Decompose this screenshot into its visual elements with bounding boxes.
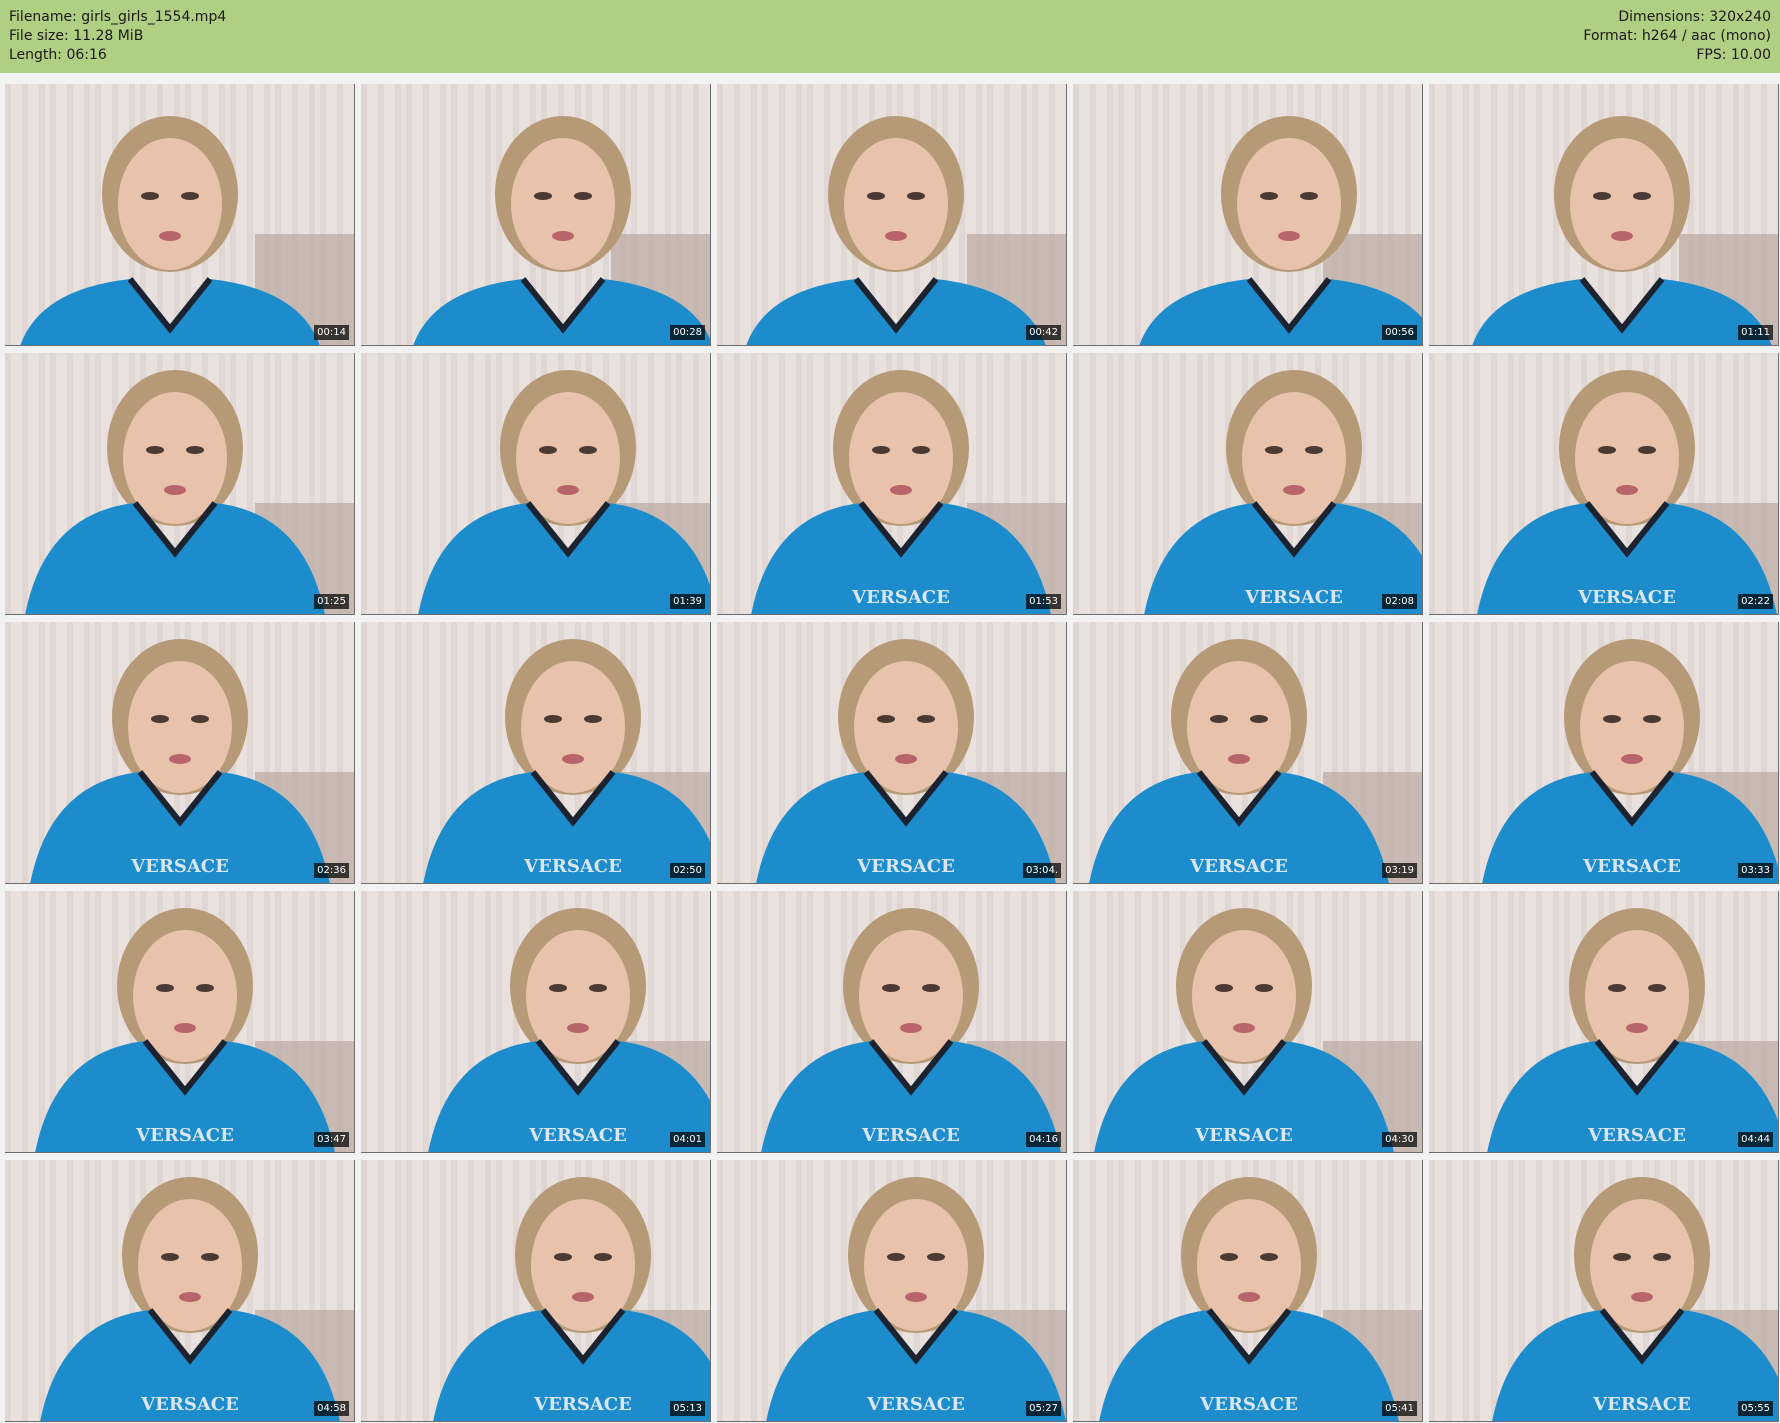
video-frame-thumbnail: VERSACE 01:53 xyxy=(717,353,1067,615)
shirt-logo: VERSACE xyxy=(1592,1394,1691,1415)
timestamp-label: 02:36 xyxy=(314,863,349,878)
frame-image xyxy=(1073,84,1422,345)
timestamp-label: 03:04. xyxy=(1023,863,1061,878)
video-frame-thumbnail: VERSACE 03:47 xyxy=(5,891,355,1153)
timestamp-label: 00:42 xyxy=(1026,325,1061,340)
frame-image: VERSACE xyxy=(1429,1160,1778,1421)
shirt-logo: VERSACE xyxy=(1587,1125,1686,1146)
timestamp-label: 00:14 xyxy=(314,325,349,340)
frame-image: VERSACE xyxy=(361,1160,710,1421)
video-frame-thumbnail: VERSACE 04:44 xyxy=(1429,891,1779,1153)
frame-image: VERSACE xyxy=(717,622,1066,883)
frame-image xyxy=(5,84,354,345)
video-frame-thumbnail: VERSACE 03:19 xyxy=(1073,622,1423,884)
video-frame-thumbnail: 01:11 xyxy=(1429,84,1779,346)
timestamp-label: 01:11 xyxy=(1738,325,1773,340)
timestamp-label: 05:41 xyxy=(1382,1401,1417,1416)
video-frame-thumbnail: 00:28 xyxy=(361,84,711,346)
frame-image: VERSACE xyxy=(1429,891,1778,1152)
shirt-logo: VERSACE xyxy=(135,1125,234,1146)
frame-image: VERSACE xyxy=(361,622,710,883)
frame-image: VERSACE xyxy=(361,891,710,1152)
timestamp-label: 03:47 xyxy=(314,1132,349,1147)
video-frame-thumbnail: VERSACE 02:22 xyxy=(1429,353,1779,615)
video-frame-thumbnail: VERSACE 04:58 xyxy=(5,1160,355,1422)
timestamp-label: 04:01 xyxy=(670,1132,705,1147)
frame-image xyxy=(717,84,1066,345)
timestamp-label: 04:58 xyxy=(314,1401,349,1416)
video-frame-thumbnail: 00:14 xyxy=(5,84,355,346)
video-frame-thumbnail: VERSACE 03:33 xyxy=(1429,622,1779,884)
shirt-logo: VERSACE xyxy=(1199,1394,1298,1415)
shirt-logo: VERSACE xyxy=(523,856,622,877)
video-frame-thumbnail: 00:42 xyxy=(717,84,1067,346)
thumbnail-grid: 00:14 00:28 00:42 00:56 01:11 01:25 01:39 VERSA… xyxy=(0,0,1780,1423)
frame-image: VERSACE xyxy=(5,1160,354,1421)
timestamp-label: 02:08 xyxy=(1382,594,1417,609)
shirt-logo: VERSACE xyxy=(533,1394,632,1415)
frame-image xyxy=(361,84,710,345)
shirt-logo: VERSACE xyxy=(1582,856,1681,877)
frame-image: VERSACE xyxy=(1429,353,1778,614)
shirt-logo: VERSACE xyxy=(851,587,950,608)
timestamp-label: 04:30 xyxy=(1382,1132,1417,1147)
frame-image: VERSACE xyxy=(1073,353,1422,614)
timestamp-label: 05:13 xyxy=(670,1401,705,1416)
timestamp-label: 01:39 xyxy=(670,594,705,609)
timestamp-label: 01:25 xyxy=(314,594,349,609)
video-frame-thumbnail: VERSACE 05:27 xyxy=(717,1160,1067,1422)
video-frame-thumbnail: VERSACE 05:55 xyxy=(1429,1160,1779,1422)
shirt-logo: VERSACE xyxy=(866,1394,965,1415)
shirt-logo: VERSACE xyxy=(130,856,229,877)
frame-image: VERSACE xyxy=(5,891,354,1152)
frame-image: VERSACE xyxy=(717,1160,1066,1421)
frame-image: VERSACE xyxy=(5,622,354,883)
video-frame-thumbnail: VERSACE 04:01 xyxy=(361,891,711,1153)
timestamp-label: 05:55 xyxy=(1738,1401,1773,1416)
video-frame-thumbnail: VERSACE 03:04. xyxy=(717,622,1067,884)
shirt-logo: VERSACE xyxy=(1577,587,1676,608)
frame-image: VERSACE xyxy=(1073,1160,1422,1421)
video-frame-thumbnail: VERSACE 04:16 xyxy=(717,891,1067,1153)
frame-image: VERSACE xyxy=(717,891,1066,1152)
frame-image xyxy=(1429,84,1778,345)
video-frame-thumbnail: 01:39 xyxy=(361,353,711,615)
shirt-logo: VERSACE xyxy=(1244,587,1343,608)
timestamp-label: 05:27 xyxy=(1026,1401,1061,1416)
timestamp-label: 00:56 xyxy=(1382,325,1417,340)
video-frame-thumbnail: VERSACE 02:08 xyxy=(1073,353,1423,615)
timestamp-label: 01:53 xyxy=(1026,594,1061,609)
frame-image: VERSACE xyxy=(1073,891,1422,1152)
frame-image: VERSACE xyxy=(1073,622,1422,883)
shirt-logo: VERSACE xyxy=(856,856,955,877)
video-frame-thumbnail: VERSACE 05:41 xyxy=(1073,1160,1423,1422)
shirt-logo: VERSACE xyxy=(861,1125,960,1146)
timestamp-label: 02:22 xyxy=(1738,594,1773,609)
shirt-logo: VERSACE xyxy=(1194,1125,1293,1146)
frame-image xyxy=(5,353,354,614)
video-frame-thumbnail: VERSACE 02:36 xyxy=(5,622,355,884)
timestamp-label: 03:33 xyxy=(1738,863,1773,878)
timestamp-label: 03:19 xyxy=(1382,863,1417,878)
frame-image: VERSACE xyxy=(717,353,1066,614)
timestamp-label: 02:50 xyxy=(670,863,705,878)
timestamp-label: 04:16 xyxy=(1026,1132,1061,1147)
timestamp-label: 00:28 xyxy=(670,325,705,340)
video-frame-thumbnail: VERSACE 02:50 xyxy=(361,622,711,884)
shirt-logo: VERSACE xyxy=(140,1394,239,1415)
video-frame-thumbnail: 01:25 xyxy=(5,353,355,615)
video-frame-thumbnail: VERSACE 05:13 xyxy=(361,1160,711,1422)
frame-image: VERSACE xyxy=(1429,622,1778,883)
shirt-logo: VERSACE xyxy=(528,1125,627,1146)
video-frame-thumbnail: 00:56 xyxy=(1073,84,1423,346)
frame-image xyxy=(361,353,710,614)
shirt-logo: VERSACE xyxy=(1189,856,1288,877)
timestamp-label: 04:44 xyxy=(1738,1132,1773,1147)
video-frame-thumbnail: VERSACE 04:30 xyxy=(1073,891,1423,1153)
